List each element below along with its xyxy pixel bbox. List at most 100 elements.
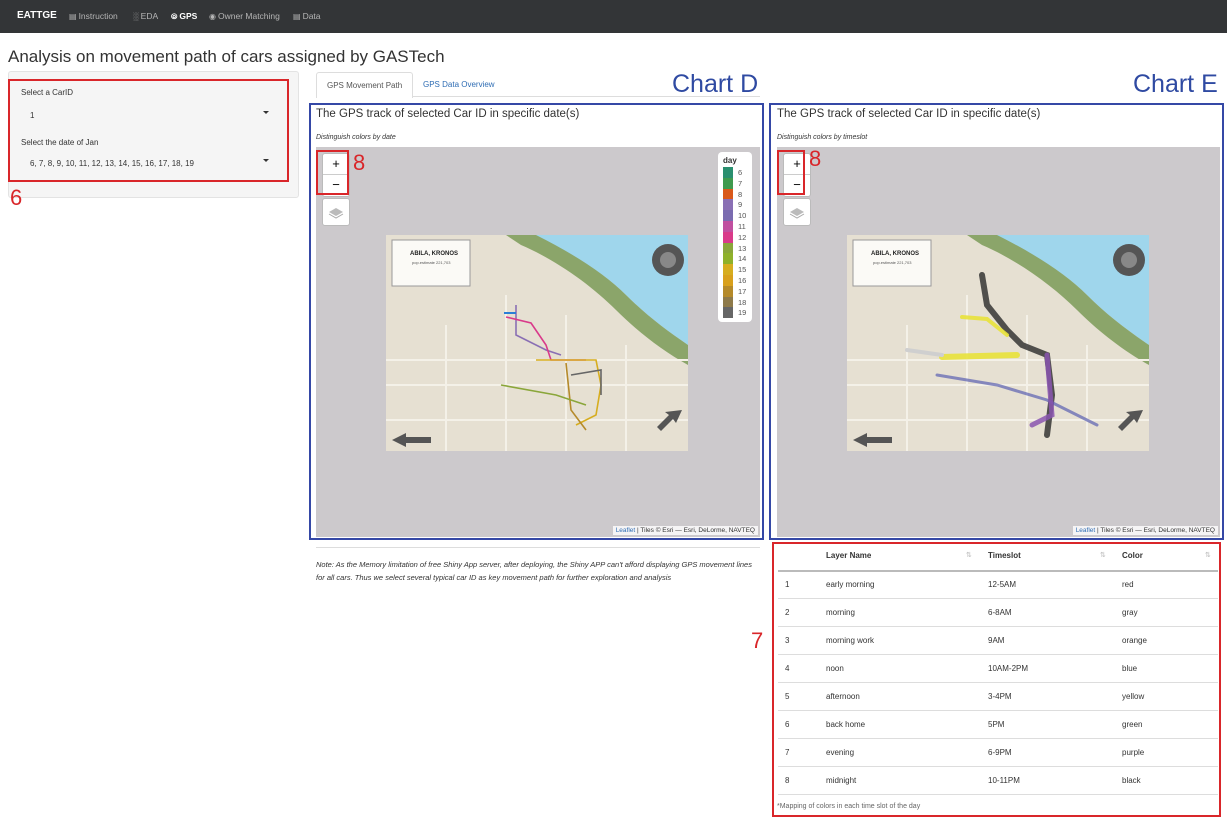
map-d-label: ABILA, KRONOS: [410, 251, 458, 257]
legend-swatch: [723, 210, 733, 221]
row-index: 5: [785, 692, 790, 701]
annotation-number-7: 7: [751, 628, 764, 653]
legend-label: 11: [738, 222, 746, 231]
map-d-attribution: Leaflet | Tiles © Esri — Esri, DeLorme, …: [612, 526, 758, 535]
header-layer-name[interactable]: Layer Name: [826, 551, 871, 560]
table-row-divider: [778, 766, 1218, 767]
map-e-sublabel: pop.estimate 221,703: [873, 260, 912, 265]
row-index: 8: [785, 776, 790, 785]
layers-icon[interactable]: [783, 198, 811, 226]
timeslot-cell: 5PM: [988, 720, 1005, 729]
eye-icon: ◉: [209, 12, 216, 21]
row-index: 7: [785, 748, 790, 757]
leaflet-link[interactable]: Leaflet: [1076, 527, 1096, 534]
attribution-text: | Tiles © Esri — Esri, DeLorme, NAVTEQ: [1095, 527, 1215, 534]
nav-owner-matching[interactable]: ◉ Owner Matching: [209, 11, 280, 21]
legend-swatch: [723, 199, 733, 211]
color-cell: green: [1122, 720, 1143, 729]
legend-label: 8: [738, 189, 743, 199]
header-color[interactable]: Color: [1122, 551, 1143, 560]
legend-swatch: [723, 221, 733, 232]
timeslot-cell: 10AM-2PM: [988, 664, 1029, 673]
map-icon: ▤: [69, 12, 77, 21]
legend-label: 16: [738, 276, 747, 285]
navbar: EATTGE ▤ Instruction ░ EDA ⦾ GPS ◉ Owner Mat…: [0, 0, 1227, 33]
row-index: 6: [785, 720, 790, 729]
layer-name-cell: back home: [826, 720, 866, 729]
annotation-box-6: [8, 79, 289, 182]
header-underline: [778, 570, 1218, 572]
nav-data[interactable]: ▤ Data: [293, 11, 321, 21]
nav-label: GPS: [179, 11, 198, 21]
leaflet-link[interactable]: Leaflet: [616, 527, 636, 534]
timeslot-cell: 6-9PM: [988, 748, 1012, 757]
table-row-divider: [778, 626, 1218, 627]
legend-label: 6: [738, 168, 743, 177]
timeslot-cell: 12-5AM: [988, 580, 1017, 589]
row-index: 2: [785, 608, 790, 617]
compass-icon: ⦾: [171, 12, 178, 21]
memory-note: Note: As the Memory limitation of free S…: [316, 560, 752, 582]
legend-label: 13: [738, 243, 747, 253]
sort-icon[interactable]: ⇅: [1100, 551, 1106, 559]
layers-icon[interactable]: [322, 198, 350, 226]
color-cell: orange: [1122, 636, 1147, 645]
map-e-subtitle: Distinguish colors by timeslot: [777, 134, 868, 141]
table-row-divider: [778, 654, 1218, 655]
legend-title: day: [723, 156, 737, 165]
sort-icon[interactable]: ⇅: [1205, 551, 1211, 559]
color-cell: blue: [1122, 664, 1138, 673]
annotation-number-6: 6: [10, 185, 23, 210]
map-d[interactable]: ABILA, KRONOS pop.estimate 221,703 + − L…: [316, 147, 760, 537]
legend-label: 14: [738, 254, 747, 264]
table-row-divider: [778, 710, 1218, 711]
tab-label: GPS Movement Path: [327, 81, 403, 90]
color-cell: black: [1122, 776, 1141, 785]
map-d-sublabel: pop.estimate 221,703: [412, 260, 451, 265]
annotation-number-8-e: 8: [809, 146, 822, 171]
annotation-box-8-d: [316, 150, 349, 195]
brand-title[interactable]: EATTGE: [17, 10, 57, 21]
table-row-divider: [778, 794, 1218, 795]
row-index: 3: [785, 636, 790, 645]
timeslot-cell: 6-8AM: [988, 608, 1012, 617]
color-cell: red: [1122, 580, 1134, 589]
timeslot-cell: 3-4PM: [988, 692, 1012, 701]
legend-swatch: [723, 177, 733, 189]
sort-icon[interactable]: ⇅: [966, 551, 972, 559]
database-icon: ▤: [293, 12, 301, 21]
legend-swatch: [723, 167, 733, 178]
map-e[interactable]: ABILA, KRONOS pop.estimate 221,703 + − L…: [777, 147, 1220, 537]
tab-gps-data-overview[interactable]: GPS Data Overview: [423, 80, 495, 89]
header-timeslot[interactable]: Timeslot: [988, 551, 1021, 560]
attribution-text: | Tiles © Esri — Esri, DeLorme, NAVTEQ: [635, 527, 755, 534]
tab-gps-movement-path[interactable]: GPS Movement Path: [316, 72, 413, 98]
map-d-basemap: [386, 235, 688, 451]
map-d-title: The GPS track of selected Car ID in spec…: [316, 108, 580, 120]
legend-swatch: [723, 307, 733, 319]
layer-name-cell: morning work: [826, 636, 875, 645]
nav-eda[interactable]: ░ EDA: [133, 11, 158, 21]
row-index: 4: [785, 664, 790, 673]
chart-e-label: Chart E: [1133, 70, 1218, 98]
legend-label: 10: [738, 211, 747, 221]
legend-label: 12: [738, 232, 747, 242]
nav-gps[interactable]: ⦾ GPS: [171, 11, 197, 22]
legend-swatch: [723, 264, 733, 275]
legend-swatch: [723, 275, 733, 286]
layer-name-cell: midnight: [826, 776, 857, 785]
bar-chart-icon: ░: [133, 12, 139, 21]
table-caption: *Mapping of colors in each time slot of …: [777, 803, 921, 810]
legend-label: 15: [738, 265, 747, 275]
timeslot-cell: 10-11PM: [988, 776, 1020, 785]
color-cell: purple: [1122, 748, 1145, 757]
nav-label: Owner Matching: [217, 11, 280, 21]
chart-d-label: Chart D: [672, 70, 759, 98]
legend-swatch: [723, 188, 733, 200]
row-index: 1: [785, 580, 790, 589]
map-e-attribution: Leaflet | Tiles © Esri — Esri, DeLorme, …: [1072, 526, 1218, 535]
annotation-number-8-d: 8: [353, 150, 366, 175]
legend-label: 9: [738, 200, 743, 210]
color-cell: yellow: [1122, 692, 1145, 701]
nav-instruction[interactable]: ▤ Instruction: [69, 11, 118, 21]
